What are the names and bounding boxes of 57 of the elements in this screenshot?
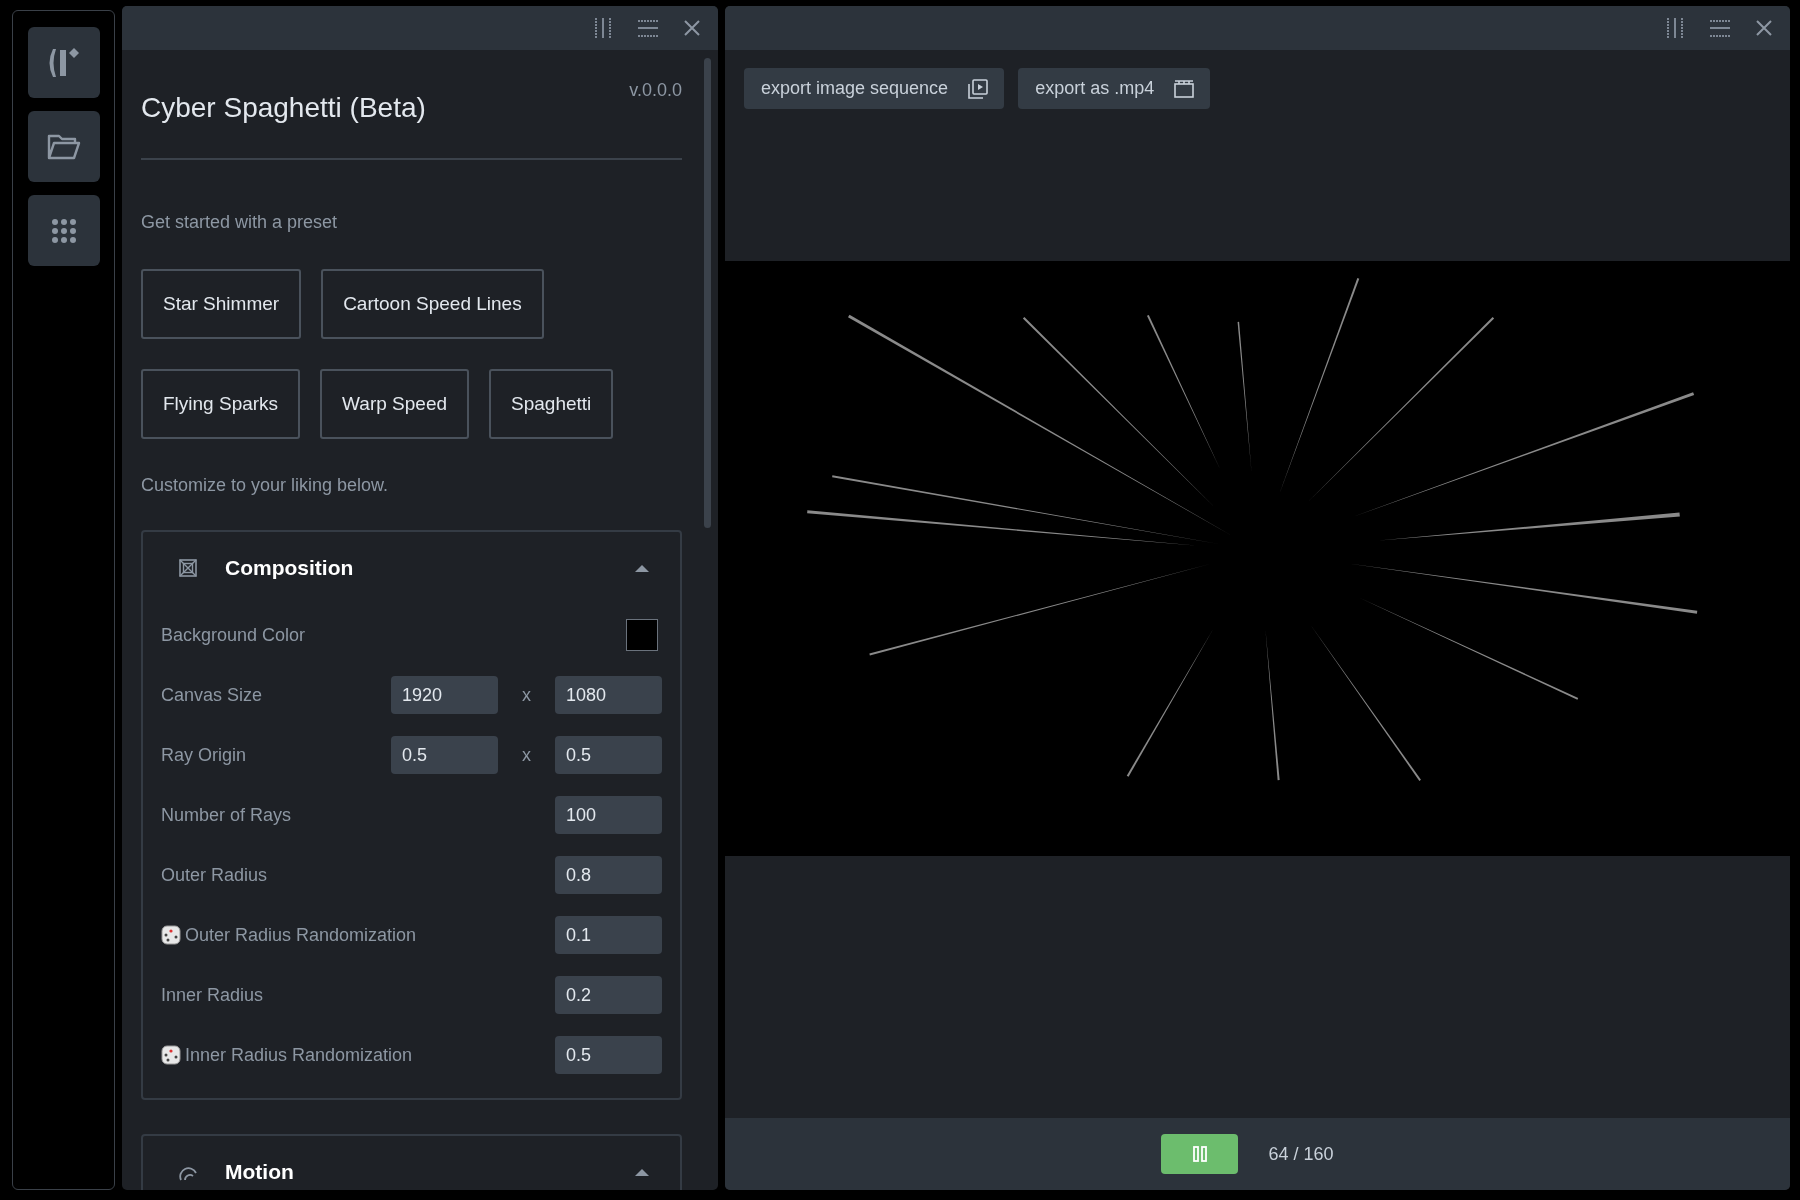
number-field[interactable]: 1080 <box>555 676 662 714</box>
field-label: Number of Rays <box>161 804 292 826</box>
grid-menu-button[interactable] <box>27 195 100 266</box>
frame-icon <box>179 559 197 577</box>
dice-icon <box>161 1045 181 1065</box>
close-icon[interactable] <box>684 20 700 36</box>
preset-button[interactable]: Warp Speed <box>320 369 470 439</box>
preset-button[interactable]: Star Shimmer <box>141 269 302 339</box>
field-label: Outer Radius Randomization <box>185 924 417 946</box>
section-header[interactable]: Composition <box>161 532 662 604</box>
open-folder-button[interactable] <box>27 111 100 182</box>
split-vertical-icon[interactable] <box>1666 18 1684 38</box>
section-title: Composition <box>225 556 355 580</box>
number-field[interactable]: 0.8 <box>555 856 662 894</box>
image-sequence-icon <box>968 78 989 99</box>
number-field[interactable]: 0.5 <box>391 736 498 774</box>
preset-button[interactable]: Flying Sparks <box>141 369 301 439</box>
field-label: Inner Radius <box>161 984 264 1006</box>
pause-button[interactable] <box>1161 1134 1239 1174</box>
split-vertical-icon[interactable] <box>594 18 612 38</box>
number-field[interactable]: 0.1 <box>555 916 662 954</box>
caret-icon[interactable] <box>634 563 650 573</box>
export-button[interactable]: export image sequence <box>744 68 1005 109</box>
version-label: v.0.0.0 <box>629 80 682 101</box>
preset-button[interactable]: Spaghetti <box>489 369 614 439</box>
dice-icon <box>161 925 181 945</box>
number-field[interactable]: 0.2 <box>555 976 662 1014</box>
export-button[interactable]: export as .mp4 <box>1018 68 1211 109</box>
split-horizontal-icon[interactable] <box>1710 19 1730 37</box>
folder-icon <box>46 132 81 161</box>
caret-icon[interactable] <box>634 1167 650 1177</box>
preset-button[interactable]: Cartoon Speed Lines <box>321 269 544 339</box>
field-label: Canvas Size <box>161 684 263 706</box>
clapperboard-icon <box>1174 78 1195 99</box>
app-logo-button[interactable] <box>27 27 100 98</box>
field-label: Outer Radius <box>161 864 268 886</box>
scrollbar-thumb[interactable] <box>704 58 711 528</box>
split-horizontal-icon[interactable] <box>638 19 658 37</box>
pause-icon <box>1192 1146 1207 1162</box>
section-title: Motion <box>225 1160 295 1184</box>
customize-hint: Customize to your liking below. <box>141 475 390 496</box>
separator-label: x <box>521 684 532 706</box>
grid-icon <box>50 217 77 244</box>
app-title: Cyber Spaghetti (Beta) <box>141 92 426 124</box>
field-label: Ray Origin <box>161 744 247 766</box>
separator-label: x <box>521 744 532 766</box>
number-field[interactable]: 1920 <box>391 676 498 714</box>
section-header[interactable]: Motion <box>161 1136 662 1190</box>
field-label: Background Color <box>161 624 306 646</box>
number-field[interactable]: 0.5 <box>555 736 662 774</box>
number-field[interactable]: 0.5 <box>555 1036 662 1074</box>
color-swatch[interactable] <box>626 619 658 651</box>
close-icon[interactable] <box>1756 20 1772 36</box>
preset-prompt: Get started with a preset <box>141 212 339 233</box>
field-label: Inner Radius Randomization <box>185 1044 413 1066</box>
frame-counter: 64 / 160 <box>1268 1143 1334 1165</box>
number-field[interactable]: 100 <box>555 796 662 834</box>
